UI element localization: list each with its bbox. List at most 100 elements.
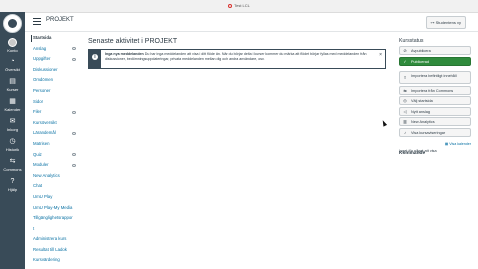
view-calendar-link[interactable]: ▦ Visa kalender [445,142,471,146]
target-icon: ◎ [403,98,407,103]
breadcrumb[interactable]: PROJEKT [46,17,74,23]
course-nav-label: Kursöversikt [33,119,57,125]
calendar-link-label: Visa kalender [449,141,471,146]
no-entry-icon: ⊘ [403,48,407,53]
course-nav-label: Sidor [33,98,44,104]
course-nav-item[interactable]: UmU Play [25,192,85,203]
coming-up-header: Kommande ▦ Visa kalender [399,141,471,156]
student-view-label: Studentens vy [435,20,461,25]
course-header: PROJEKT ⊶ Studentens vy [25,12,478,32]
hidden-eye-icon [72,131,76,135]
global-nav-label: Kalender [4,107,21,112]
course-sidebar: Kursstatus ⊘ Avpublicera ✓ Publicerad ⇪ Imp… [399,38,471,156]
course-nav-item[interactable]: Filer [25,107,85,118]
course-nav-item[interactable]: UmU Play-My Media [25,203,85,214]
course-nav-item[interactable]: Sidor [25,97,85,108]
button-label: Importera befintligt innehåll [411,74,457,78]
global-nav: Konto ◔ Översikt ▤ Kurser ▦ Kalender ✉ I… [0,12,25,269]
course-nav-item[interactable]: Quiz [25,150,85,161]
course-nav-label: Omdömen [33,77,54,83]
global-nav-label: Commons [3,167,22,172]
hidden-eye-icon [72,47,76,51]
hidden-eye-icon [72,110,76,114]
course-nav-item[interactable]: Chat [25,181,85,192]
course-nav-item[interactable]: Resultat till Ladok [25,245,85,256]
page-title: Senaste aktivitet i PROJEKT [88,38,178,45]
dashboard-icon: ◔ [10,58,15,65]
course-nav-label: t [33,225,35,231]
alert-body: Inga nya meddelanden Du har inga meddela… [105,52,375,62]
course-nav-label: Filer [33,109,42,115]
course-nav-label: Diskussioner [33,66,58,72]
course-nav-item[interactable]: Diskussioner [25,65,85,76]
button-label: Visa kursaviseringar [411,130,446,135]
bell-icon: ♪ [404,129,406,135]
global-nav-dashboard[interactable]: ◔ Översikt [0,58,25,76]
published-button[interactable]: ✓ Publicerad [399,56,471,66]
course-nav-item[interactable]: New Analytics [25,171,85,182]
clock-icon: ◷ [9,138,16,145]
course-notifications-button[interactable]: ♪ Visa kursaviseringar [399,127,471,137]
new-announcement-button[interactable]: ◁ Nytt anslag [399,106,471,116]
inbox-icon: ✉ [9,118,16,125]
analytics-icon: ▥ [403,119,407,124]
alert-heading: Inga nya meddelanden [105,52,144,56]
coming-up-heading: Kommande [399,150,426,156]
course-nav-label: Quiz [33,151,42,157]
global-nav-inbox[interactable]: ✉ Inkorg [0,118,25,136]
new-analytics-button[interactable]: ▥ New Analytics [399,117,471,126]
button-label: Importera från Commons [411,88,454,93]
course-nav-label: Startsida [33,35,52,40]
book-icon: ▤ [9,78,16,85]
button-label: Välj startsida [411,99,433,103]
course-nav-label: Anslag [33,45,47,51]
global-nav-courses[interactable]: ▤ Kurser [0,78,25,96]
course-nav-label: Personer [33,87,51,93]
course-nav-item[interactable]: Kursvärdering [25,255,85,266]
import-commons-button[interactable]: ⇆ Importera från Commons [399,85,471,95]
close-icon[interactable]: × [379,52,382,58]
import-content-button[interactable]: ⇪ Importera befintligt innehåll [399,71,471,84]
course-nav-item[interactable]: Tillgänglighetsrappor [25,213,85,224]
course-nav-item[interactable]: Omdömen [25,75,85,86]
hidden-eye-icon [72,57,76,61]
course-nav-label: Administrera kurs [33,236,67,242]
global-nav-calendar[interactable]: ▦ Kalender [0,98,25,116]
hidden-eye-icon [72,163,76,167]
course-nav-label: Moduler [33,162,49,168]
course-nav-item[interactable]: Administrera kurs [25,234,85,245]
unpublish-button[interactable]: ⊘ Avpublicera [399,46,471,55]
course-nav-item[interactable]: Startsida [25,33,85,44]
global-nav-commons[interactable]: ⇆ Commons [0,158,25,176]
university-logo[interactable] [0,12,25,36]
course-nav-item[interactable]: Lärandemål [25,128,85,139]
choose-home-page-button[interactable]: ◎ Välj startsida [399,96,471,105]
course-nav-item[interactable]: Anslag [25,44,85,55]
global-nav-account[interactable]: Konto [0,38,25,56]
button-label: Nytt anslag [411,109,430,114]
button-label: New Analytics [411,120,435,124]
course-nav-item[interactable]: Personer [25,86,85,97]
global-nav-history[interactable]: ◷ Historik [0,138,25,156]
global-nav-label: Kurser [6,87,19,92]
course-nav-item[interactable]: t [25,224,85,235]
alert-text: Du har inga meddelanden att visa i ditt … [105,52,367,62]
global-nav-help[interactable]: ? Hjälp [0,178,25,196]
hidden-eye-icon [72,153,76,157]
main-content: Senaste aktivitet i PROJEKT Inga nya med… [88,38,387,69]
hamburger-menu-icon[interactable] [33,18,41,25]
student-view-button[interactable]: ⊶ Studentens vy [425,16,466,29]
course-nav-label: Matrisen [33,140,50,146]
course-nav-label: Uppgifter [33,56,51,62]
course-nav-item[interactable]: Kursöversikt [25,118,85,129]
course-nav-item[interactable]: Matrisen [25,139,85,150]
logo-icon [3,14,22,33]
megaphone-icon: ◁ [403,108,407,114]
course-nav-label: Tillgänglighetsrappor [33,215,73,221]
course-status-heading: Kursstatus [399,38,424,44]
course-nav-item[interactable]: Moduler [25,160,85,171]
course-nav-item[interactable]: Uppgifter [25,54,85,65]
global-nav-label: Historik [5,147,20,152]
help-icon: ? [10,178,15,185]
global-nav-label: Inkorg [6,127,19,132]
